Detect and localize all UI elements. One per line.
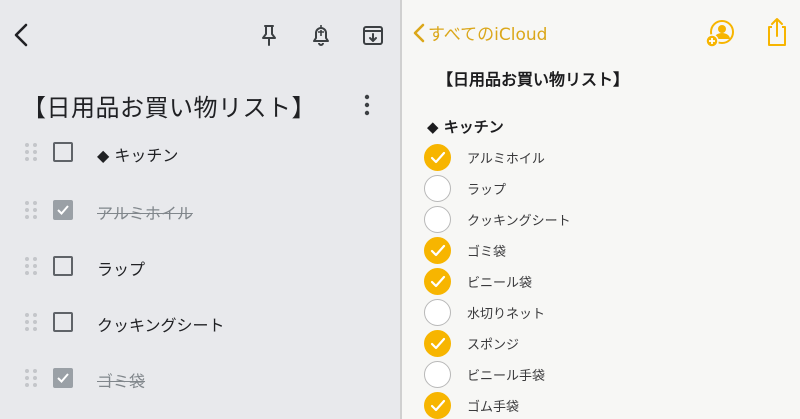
checklist-item: ビニール手袋 xyxy=(400,359,800,390)
checklist-item: 水切りネット xyxy=(400,297,800,328)
checklist-item: ラップ xyxy=(400,173,800,204)
back-button[interactable]: すべてのiCloud xyxy=(412,20,547,45)
chevron-left-icon xyxy=(413,23,425,42)
checklist-item-label[interactable]: 水切りネット xyxy=(467,303,545,322)
checklist-item: スポンジ xyxy=(400,328,800,359)
checkbox-checked[interactable] xyxy=(53,368,73,388)
note-title[interactable]: 【日用品お買い物リスト】 xyxy=(22,88,316,123)
checklist-item: クッキングシート xyxy=(400,204,800,235)
list-item-label[interactable]: ラップ xyxy=(97,256,145,280)
checklist-circle[interactable] xyxy=(424,299,451,326)
checklist-circle-checked[interactable] xyxy=(424,330,451,357)
drag-handle-icon[interactable] xyxy=(24,311,38,333)
checkbox-checked[interactable] xyxy=(53,200,73,220)
note-title[interactable]: 【日用品お買い物リスト】 xyxy=(437,66,629,90)
archive-icon[interactable] xyxy=(360,22,386,48)
apple-notes-panel: すべてのiCloud 【日用品お買い物リスト】 ◆ キッチン アルミホイル ラッ… xyxy=(400,0,800,419)
checklist-item: ゴム手袋 xyxy=(400,390,800,419)
checklist-circle[interactable] xyxy=(424,175,451,202)
checklist-circle-checked[interactable] xyxy=(424,144,451,171)
checklist-item: ゴミ袋 xyxy=(400,235,800,266)
checklist-item-label[interactable]: ゴミ袋 xyxy=(467,241,506,260)
keep-note-panel: 【日用品お買い物リスト】 ◆ キッチン アルミホイル ラップ クッキングシート … xyxy=(0,0,400,419)
checklist-item-label[interactable]: ゴム手袋 xyxy=(467,396,519,415)
share-icon[interactable] xyxy=(764,16,790,48)
checklist-item-label[interactable]: ビニール袋 xyxy=(467,272,532,291)
section-heading[interactable]: ◆ キッチン xyxy=(427,116,504,137)
checklist-item-label[interactable]: ラップ xyxy=(467,179,506,198)
more-vert-icon[interactable] xyxy=(358,92,376,118)
list-item-label[interactable]: ゴミ袋 xyxy=(97,368,145,392)
checklist-item: ビニール袋 xyxy=(400,266,800,297)
back-arrow-icon[interactable] xyxy=(10,20,34,50)
list-item: クッキングシート xyxy=(0,302,400,342)
back-label: すべてのiCloud xyxy=(428,25,548,45)
pin-icon[interactable] xyxy=(256,22,282,48)
add-person-icon[interactable] xyxy=(704,18,736,50)
checklist-circle-checked[interactable] xyxy=(424,392,451,419)
checkbox[interactable] xyxy=(53,142,73,162)
drag-handle-icon[interactable] xyxy=(24,199,38,221)
checklist-circle-checked[interactable] xyxy=(424,268,451,295)
checklist-item-label[interactable]: アルミホイル xyxy=(467,148,545,167)
list-item-label[interactable]: クッキングシート xyxy=(97,312,225,336)
list-item-label[interactable]: ◆ キッチン xyxy=(97,142,178,166)
checklist-item-label[interactable]: ビニール手袋 xyxy=(467,365,545,384)
drag-handle-icon[interactable] xyxy=(24,255,38,277)
drag-handle-icon[interactable] xyxy=(24,367,38,389)
list-item: ゴミ袋 xyxy=(0,358,400,398)
list-item: アルミホイル xyxy=(0,190,400,230)
list-item: ◆ キッチン xyxy=(0,132,400,172)
list-item-label[interactable]: アルミホイル xyxy=(97,200,193,224)
checkbox[interactable] xyxy=(53,312,73,332)
checklist-item: アルミホイル xyxy=(400,142,800,173)
checklist-item-label[interactable]: クッキングシート xyxy=(467,210,571,229)
list-item: ラップ xyxy=(0,246,400,286)
checklist-circle[interactable] xyxy=(424,361,451,388)
checkbox[interactable] xyxy=(53,256,73,276)
checklist-circle[interactable] xyxy=(424,206,451,233)
checklist-circle-checked[interactable] xyxy=(424,237,451,264)
reminder-bell-icon[interactable] xyxy=(308,22,334,48)
drag-handle-icon[interactable] xyxy=(24,141,38,163)
checklist-item-label[interactable]: スポンジ xyxy=(467,334,519,353)
